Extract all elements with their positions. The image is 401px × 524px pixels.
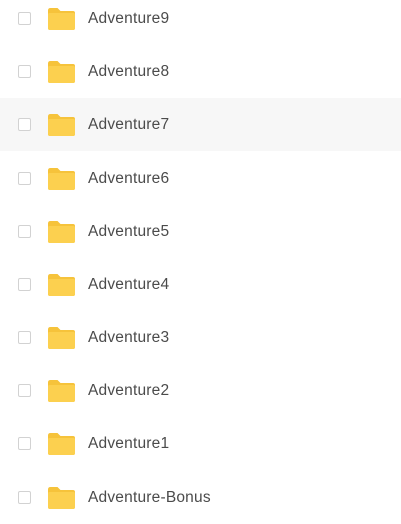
folder-name[interactable]: Adventure4: [88, 276, 169, 294]
row-checkbox[interactable]: [18, 118, 31, 131]
folder-row-adventure8[interactable]: Adventure8: [0, 45, 401, 98]
folder-row-adventure-bonus[interactable]: Adventure-Bonus: [0, 471, 401, 524]
folder-icon: [47, 432, 76, 456]
folder-name[interactable]: Adventure3: [88, 329, 169, 347]
folder-name[interactable]: Adventure5: [88, 223, 169, 241]
folder-row-adventure1[interactable]: Adventure1: [0, 417, 401, 470]
row-checkbox[interactable]: [18, 65, 31, 78]
row-checkbox[interactable]: [18, 384, 31, 397]
folder-row-adventure7[interactable]: Adventure7: [0, 98, 401, 151]
folder-icon: [47, 273, 76, 297]
folder-icon: [47, 7, 76, 31]
folder-row-adventure6[interactable]: Adventure6: [0, 152, 401, 205]
folder-name[interactable]: Adventure8: [88, 63, 169, 81]
folder-icon: [47, 379, 76, 403]
folder-name[interactable]: Adventure2: [88, 382, 169, 400]
row-checkbox[interactable]: [18, 491, 31, 504]
folder-list: Adventure9 Adventure8 Adventure7 Adventu…: [0, 0, 401, 520]
folder-name[interactable]: Adventure7: [88, 116, 169, 134]
folder-icon: [47, 60, 76, 84]
row-checkbox[interactable]: [18, 437, 31, 450]
row-checkbox[interactable]: [18, 12, 31, 25]
folder-row-adventure4[interactable]: Adventure4: [0, 258, 401, 311]
folder-row-adventure5[interactable]: Adventure5: [0, 205, 401, 258]
folder-row-adventure2[interactable]: Adventure2: [0, 364, 401, 417]
row-checkbox[interactable]: [18, 278, 31, 291]
folder-icon: [47, 486, 76, 510]
folder-icon: [47, 220, 76, 244]
folder-icon: [47, 167, 76, 191]
folder-name[interactable]: Adventure1: [88, 435, 169, 453]
row-checkbox[interactable]: [18, 225, 31, 238]
folder-row-adventure9[interactable]: Adventure9: [0, 0, 401, 45]
folder-name[interactable]: Adventure-Bonus: [88, 489, 211, 507]
folder-row-adventure3[interactable]: Adventure3: [0, 311, 401, 364]
row-checkbox[interactable]: [18, 331, 31, 344]
folder-icon: [47, 113, 76, 137]
folder-icon: [47, 326, 76, 350]
row-checkbox[interactable]: [18, 172, 31, 185]
folder-name[interactable]: Adventure6: [88, 170, 169, 188]
folder-name[interactable]: Adventure9: [88, 10, 169, 28]
